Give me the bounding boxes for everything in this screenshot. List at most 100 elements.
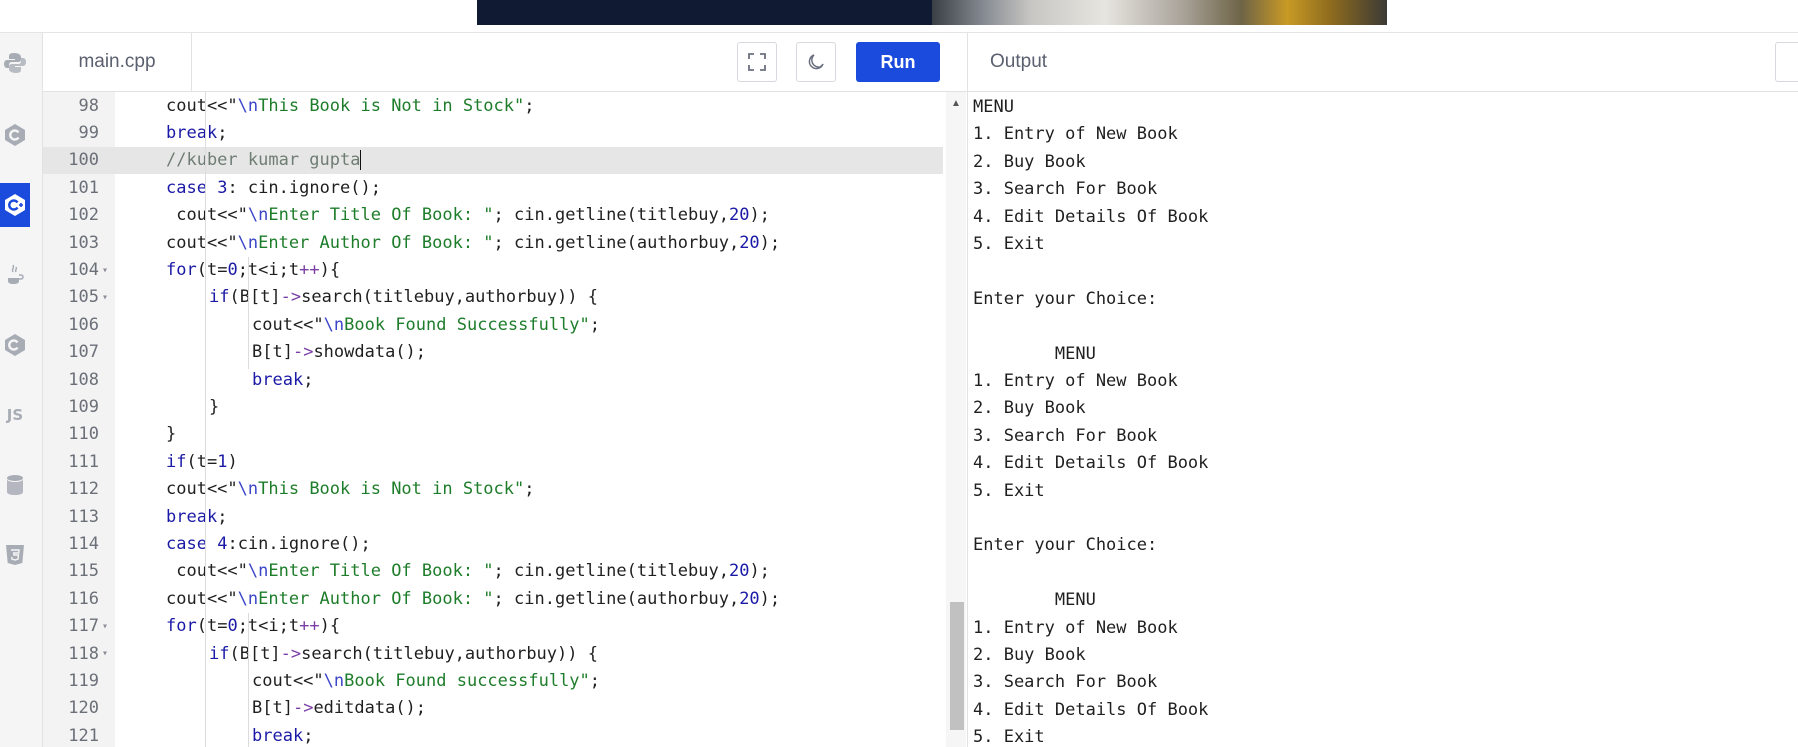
code-line[interactable]: 108 break; <box>43 366 943 393</box>
code-text: cout<<"\nEnter Author Of Book: "; cin.ge… <box>166 232 781 253</box>
code-line[interactable]: 103 cout<<"\nEnter Author Of Book: "; cin… <box>43 229 943 256</box>
java-icon[interactable] <box>0 253 30 297</box>
code-text: if(B[t]->search(titlebuy,authorbuy)) { <box>209 287 598 308</box>
code-line[interactable]: 106 cout<<"\nBook Found Successfully"; <box>43 311 943 338</box>
code-line[interactable]: 101 case 3: cin.ignore(); <box>43 174 943 201</box>
output-line: MENU <box>973 590 1096 611</box>
code-line[interactable]: 99 break; <box>43 119 943 146</box>
code-line[interactable]: 105 ▾ if(B[t]->search(titlebuy,authorbuy))… <box>43 284 943 311</box>
code-text: } <box>166 424 177 445</box>
code-line[interactable]: 117 ▾ for(t=0;t<i;t++){ <box>43 613 943 640</box>
advertisement-banner[interactable] <box>477 0 1387 25</box>
output-line: 3. Search For Book <box>973 179 1158 200</box>
line-number: 105 <box>68 287 99 308</box>
line-number: 103 <box>68 232 99 253</box>
code-line[interactable]: 104 ▾ for(t=0;t<i;t++){ <box>43 256 943 283</box>
database-icon[interactable] <box>0 463 30 507</box>
code-text: cout<<"\nBook Found Successfully"; <box>252 314 601 335</box>
line-number: 108 <box>68 369 99 390</box>
output-line: MENU <box>973 97 1014 117</box>
output-line: 4. Edit Details Of Book <box>973 206 1209 227</box>
code-line[interactable]: 121 break; <box>43 722 943 747</box>
fold-arrow-icon[interactable]: ▾ <box>99 265 118 276</box>
html5-icon[interactable] <box>0 533 30 577</box>
line-number: 112 <box>68 479 99 500</box>
python-icon[interactable] <box>0 41 30 85</box>
code-line[interactable]: 118 ▾ if(B[t]->search(titlebuy,authorbuy))… <box>43 640 943 667</box>
code-line[interactable]: 111 if(t=1) <box>43 448 943 475</box>
code-line[interactable]: 116 cout<<"\nEnter Author Of Book: "; cin… <box>43 585 943 612</box>
code-text: break; <box>252 725 314 746</box>
editor-header: main.cpp Run <box>43 33 967 92</box>
code-line[interactable]: 109} <box>43 393 943 420</box>
line-number: 115 <box>68 561 99 582</box>
code-text: break; <box>166 506 228 527</box>
run-button[interactable]: Run <box>856 42 940 82</box>
code-text: cout<<"\nThis Book is Not in Stock"; <box>166 479 535 500</box>
code-text: cout<<"\nThis Book is Not in Stock"; <box>166 95 535 116</box>
code-text: for(t=0;t<i;t++){ <box>166 616 341 637</box>
cpp-icon[interactable] <box>0 183 30 227</box>
fold-arrow-icon[interactable]: ▾ <box>99 621 118 632</box>
code-text: B[t]->editdata(); <box>252 698 427 719</box>
code-text: break; <box>252 369 314 390</box>
fold-arrow-icon[interactable]: ▾ <box>99 648 118 659</box>
code-line[interactable]: 100 //kuber kumar gupta <box>43 146 943 175</box>
code-text: for(t=0;t<i;t++){ <box>166 260 341 281</box>
code-line[interactable]: 107 B[t]->showdata(); <box>43 339 943 366</box>
code-text: break; <box>166 123 228 144</box>
output-line: MENU <box>973 343 1096 364</box>
code-line[interactable]: 102 cout<<"\nEnter Title Of Book: "; cin… <box>43 202 943 229</box>
c-icon[interactable] <box>0 113 30 157</box>
code-text: if(t=1) <box>166 451 238 472</box>
line-number: 117 <box>68 616 99 637</box>
line-number: 118 <box>68 643 99 664</box>
code-line[interactable]: 115 cout<<"\nEnter Title Of Book: "; cin… <box>43 558 943 585</box>
line-number: 101 <box>68 177 99 198</box>
output-line: 5. Exit <box>973 234 1045 254</box>
file-tab-main-cpp[interactable]: main.cpp <box>43 33 192 91</box>
moon-icon <box>808 54 824 70</box>
code-line[interactable]: 119 cout<<"\nBook Found successfully"; <box>43 667 943 694</box>
output-line: 4. Edit Details Of Book <box>973 453 1209 474</box>
output-line: 2. Buy Book <box>973 645 1086 665</box>
javascript-icon[interactable]: JS <box>0 393 30 437</box>
code-text: case 4:cin.ignore(); <box>166 534 371 555</box>
language-sidebar: JS <box>0 33 43 747</box>
line-number: 104 <box>68 260 99 281</box>
line-number: 119 <box>68 671 99 692</box>
fullscreen-icon <box>748 53 766 71</box>
dark-mode-button[interactable] <box>796 42 836 82</box>
line-number: 98 <box>78 95 99 116</box>
code-line[interactable]: 98 cout<<"\nThis Book is Not in Stock"; <box>43 92 943 119</box>
line-number: 113 <box>68 506 99 527</box>
fullscreen-button[interactable] <box>737 42 777 82</box>
scrollbar-thumb[interactable] <box>950 602 964 730</box>
line-number: 121 <box>68 725 99 746</box>
ad-photo <box>932 0 1387 25</box>
js-label: JS <box>6 406 24 424</box>
code-text: //kuber kumar gupta <box>166 150 362 171</box>
output-line: 1. Entry of New Book <box>973 617 1178 638</box>
output-line: 1. Entry of New Book <box>973 371 1178 391</box>
fold-arrow-icon[interactable]: ▾ <box>99 292 118 303</box>
code-line[interactable]: 113 break; <box>43 503 943 530</box>
code-line[interactable]: 120 B[t]->editdata(); <box>43 695 943 722</box>
scroll-up-arrow-icon[interactable]: ▲ <box>951 98 961 109</box>
code-editor[interactable]: 98 cout<<"\nThis Book is Not in Stock"; 99… <box>43 92 967 747</box>
line-number: 107 <box>68 342 99 363</box>
code-line[interactable]: 110} <box>43 421 943 448</box>
line-number: 109 <box>68 397 99 418</box>
output-line: 4. Edit Details Of Book <box>973 699 1209 720</box>
code-line[interactable]: 112 cout<<"\nThis Book is Not in Stock"; <box>43 476 943 503</box>
code-line[interactable]: 114 case 4:cin.ignore(); <box>43 530 943 557</box>
clear-output-button[interactable] <box>1775 42 1798 82</box>
line-number: 111 <box>68 451 99 472</box>
csharp-icon[interactable] <box>0 323 30 367</box>
line-number: 100 <box>68 150 99 171</box>
indent-guide <box>205 92 206 747</box>
ad-dark-panel <box>477 0 932 25</box>
code-text: case 3: cin.ignore(); <box>166 177 381 198</box>
editor-scrollbar[interactable]: ▲ <box>946 92 966 747</box>
code-text: B[t]->showdata(); <box>252 342 427 363</box>
